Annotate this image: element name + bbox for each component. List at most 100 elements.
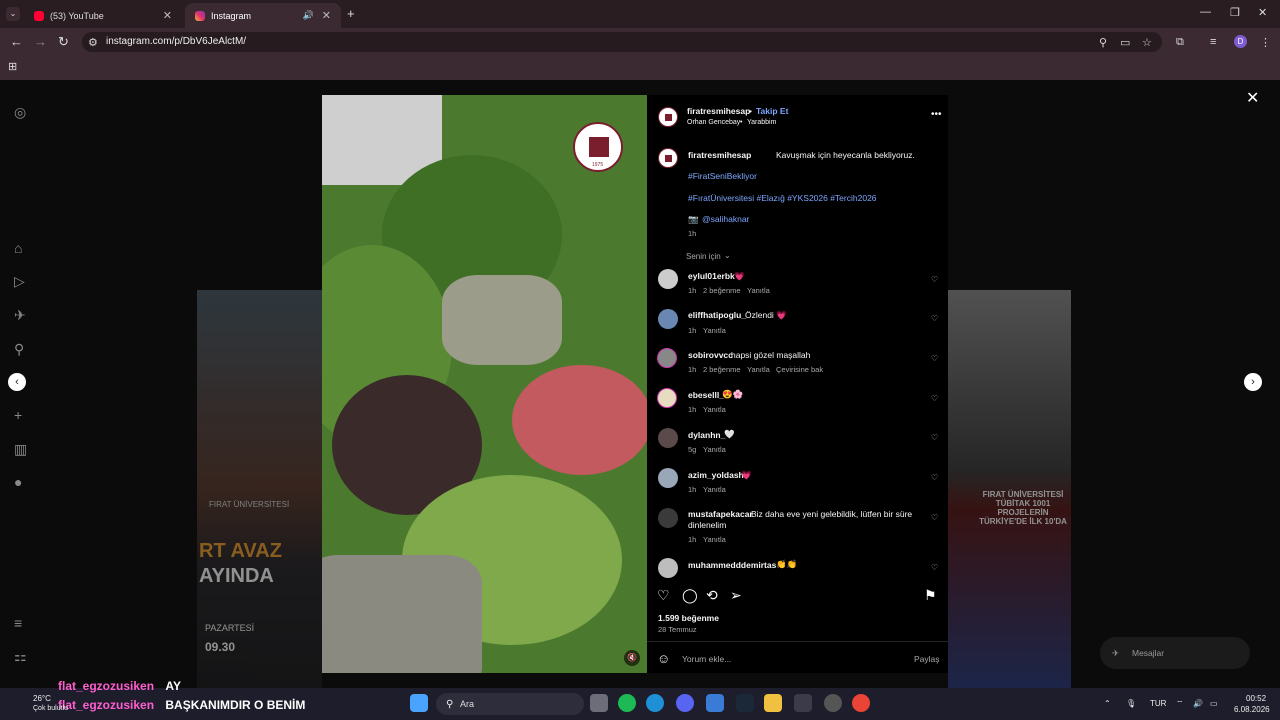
microphone-icon[interactable]: 🎙 bbox=[1126, 699, 1136, 708]
repost-icon[interactable]: ⟲ bbox=[706, 587, 718, 604]
post-comment-button[interactable]: Paylaş bbox=[914, 654, 940, 664]
more-menu-icon[interactable]: ≡ bbox=[14, 615, 22, 631]
url-text[interactable]: instagram.com/p/DbV6JeAlctM/ bbox=[106, 36, 246, 47]
window-close-button[interactable]: ✕ bbox=[1258, 6, 1267, 19]
see-translation-button[interactable]: Çevirisine bak bbox=[776, 365, 823, 374]
volume-icon[interactable]: 🔊 bbox=[1193, 699, 1203, 708]
comment-username[interactable]: dylanhn_ bbox=[688, 430, 725, 440]
obs-icon[interactable] bbox=[824, 694, 842, 712]
zoom-icon[interactable]: ⚲ bbox=[1099, 36, 1107, 49]
close-icon[interactable]: ✕ bbox=[163, 9, 172, 22]
bookmark-star-icon[interactable]: ☆ bbox=[1142, 36, 1152, 49]
like-comment-icon[interactable]: ♡ bbox=[931, 433, 938, 442]
like-count[interactable]: 1.599 beğenme bbox=[658, 613, 719, 623]
audio-artist[interactable]: Orhan Gencebay bbox=[687, 119, 740, 126]
home-icon[interactable]: ⌂ bbox=[14, 240, 22, 256]
messages-popup[interactable]: ✈ Mesajlar bbox=[1100, 637, 1250, 669]
start-icon[interactable] bbox=[410, 694, 428, 712]
taskbar-search[interactable] bbox=[436, 693, 584, 715]
reply-button[interactable]: Yanıtla bbox=[703, 326, 726, 335]
create-icon[interactable]: + bbox=[14, 407, 22, 423]
tab-youtube[interactable]: (53) YouTube ✕ bbox=[24, 3, 182, 28]
reading-list-icon[interactable]: ≡ bbox=[1210, 36, 1216, 48]
weather-text[interactable]: Çok bulutlu bbox=[33, 705, 68, 712]
commenter-avatar[interactable] bbox=[658, 428, 678, 448]
tab-search-button[interactable]: ⌄ bbox=[6, 7, 20, 21]
instagram-logo-icon[interactable]: ◎ bbox=[14, 104, 26, 121]
also-from-meta-icon[interactable]: ⚏ bbox=[14, 648, 27, 665]
emoji-icon[interactable]: ☺ bbox=[657, 651, 670, 666]
previous-post-preview[interactable]: FIRAT ÜNİVERSİTESİ RT AVAZ AYINDA PAZART… bbox=[197, 290, 322, 688]
hashtag[interactable]: #FiratSeniBekliyor bbox=[688, 171, 757, 181]
commenter-avatar[interactable] bbox=[657, 388, 677, 408]
profile-icon[interactable]: ● bbox=[14, 474, 22, 490]
reply-button[interactable]: Yanıtla bbox=[703, 485, 726, 494]
chevron-up-icon[interactable]: ⌃ bbox=[1104, 699, 1111, 708]
like-comment-icon[interactable]: ♡ bbox=[931, 563, 938, 572]
next-post-button[interactable]: › bbox=[1244, 373, 1262, 391]
author-username[interactable]: firatresmihesap bbox=[687, 106, 750, 116]
maximize-button[interactable]: ❐ bbox=[1230, 6, 1240, 19]
comment-username[interactable]: sobirovvcc bbox=[688, 350, 733, 360]
hashtags[interactable]: #FıratÜniversitesi #Elazığ #YKS2026 #Ter… bbox=[688, 193, 877, 203]
reply-button[interactable]: Yanıtla bbox=[703, 405, 726, 414]
menu-icon[interactable]: ⋮ bbox=[1260, 36, 1271, 49]
reload-button[interactable]: ↻ bbox=[58, 34, 69, 50]
author-avatar[interactable] bbox=[658, 148, 678, 168]
commenter-avatar[interactable] bbox=[658, 558, 678, 578]
commenter-avatar[interactable] bbox=[657, 348, 677, 368]
explore-icon[interactable]: ✈ bbox=[14, 307, 26, 324]
audio-title[interactable]: Yarabbim bbox=[747, 119, 776, 126]
spotify-icon[interactable] bbox=[618, 694, 636, 712]
file-explorer-icon[interactable] bbox=[764, 694, 782, 712]
comment-sort-label[interactable]: Senin için bbox=[686, 252, 721, 261]
profile-avatar[interactable]: D bbox=[1234, 35, 1247, 48]
save-icon[interactable]: ⚑ bbox=[924, 587, 937, 604]
comment-likes[interactable]: 2 beğenme bbox=[703, 286, 741, 295]
comment-likes[interactable]: 2 beğenme bbox=[703, 365, 741, 374]
reply-button[interactable]: Yanıtla bbox=[747, 286, 770, 295]
author-avatar[interactable] bbox=[658, 107, 678, 127]
comment-username[interactable]: muhammedddemirtas bbox=[688, 560, 776, 570]
share-icon[interactable]: ➢ bbox=[730, 587, 742, 604]
next-post-preview[interactable]: FIRAT ÜNİVERSİTESİ TÜBİTAK 1001 PROJELER… bbox=[948, 290, 1071, 688]
follow-button[interactable]: Takip Et bbox=[756, 106, 788, 116]
chevron-down-icon[interactable]: ⌄ bbox=[724, 251, 731, 260]
language-indicator[interactable]: TUR bbox=[1150, 699, 1166, 708]
comment-input[interactable]: Yorum ekle... bbox=[682, 654, 731, 664]
site-info-icon[interactable]: ⚙ bbox=[88, 36, 98, 49]
search-icon[interactable]: ⚲ bbox=[14, 341, 24, 358]
like-icon[interactable]: ♡ bbox=[657, 587, 670, 604]
reels-icon[interactable]: ▷ bbox=[14, 273, 25, 290]
comment-username[interactable]: eylul01erbk bbox=[688, 271, 735, 281]
edge-icon[interactable] bbox=[646, 694, 664, 712]
reply-button[interactable]: Yanıtla bbox=[703, 535, 726, 544]
commenter-avatar[interactable] bbox=[658, 309, 678, 329]
comment-username[interactable]: azim_yoldash bbox=[688, 470, 744, 480]
tab-instagram[interactable]: Instagram 🔊 ✕ bbox=[185, 3, 341, 28]
comment-username[interactable]: eliffhatipoglu_ bbox=[688, 310, 746, 320]
clock-date[interactable]: 6.08.2026 bbox=[1234, 705, 1270, 714]
mute-toggle-icon[interactable]: 🔇 bbox=[624, 650, 640, 666]
back-button[interactable]: ← bbox=[10, 34, 23, 49]
close-modal-button[interactable]: ✕ bbox=[1246, 88, 1259, 108]
post-video[interactable]: 1975 🔇 bbox=[322, 95, 647, 673]
like-comment-icon[interactable]: ♡ bbox=[931, 513, 938, 522]
commenter-avatar[interactable] bbox=[658, 468, 678, 488]
more-options-icon[interactable]: ••• bbox=[931, 109, 942, 120]
comment-icon[interactable]: ◯ bbox=[682, 587, 698, 604]
like-comment-icon[interactable]: ♡ bbox=[931, 314, 938, 323]
store-icon[interactable] bbox=[794, 694, 812, 712]
like-comment-icon[interactable]: ♡ bbox=[931, 275, 938, 284]
insights-icon[interactable]: ▥ bbox=[14, 441, 27, 458]
mention-link[interactable]: @salihaknar bbox=[702, 214, 749, 224]
close-icon[interactable]: ✕ bbox=[322, 9, 331, 22]
like-comment-icon[interactable]: ♡ bbox=[931, 394, 938, 403]
forward-button[interactable]: → bbox=[34, 34, 47, 49]
like-comment-icon[interactable]: ♡ bbox=[931, 473, 938, 482]
visual-studio-icon[interactable] bbox=[706, 694, 724, 712]
comment-username[interactable]: ebeselll_ bbox=[688, 390, 724, 400]
clock-time[interactable]: 00:52 bbox=[1246, 694, 1266, 703]
steam-icon[interactable] bbox=[736, 694, 754, 712]
task-view-icon[interactable] bbox=[590, 694, 608, 712]
